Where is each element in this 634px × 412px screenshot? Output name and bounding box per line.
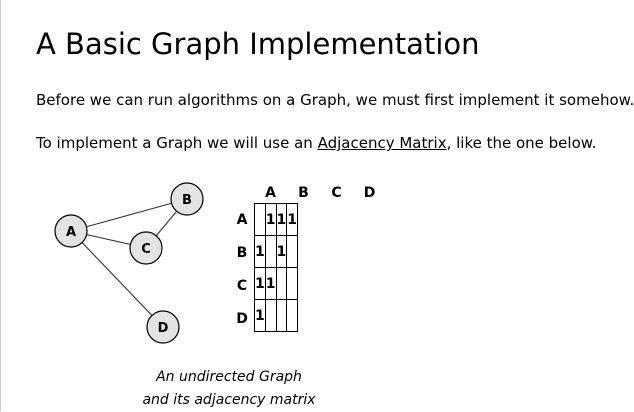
edge-a-b (70, 198, 188, 232)
matrix-cell: 1 (254, 235, 266, 268)
graph-node-b: B (170, 182, 204, 216)
matrix-cell: 1 (254, 267, 266, 300)
figure-caption: An undirected Graph and its adjacency ma… (100, 366, 358, 412)
caption-line-2: and its adjacency matrix (142, 392, 316, 408)
graph-edges (70, 198, 188, 328)
matrix-row: 111 (254, 203, 298, 236)
intro-paragraph: Before we can run algorithms on a Graph,… (36, 91, 634, 109)
matrix-col-header-a: A (265, 185, 276, 201)
graph-node-c: C (129, 231, 163, 265)
matrix-cell: 1 (264, 203, 277, 236)
graph-node-d: D (146, 310, 180, 344)
graph-node-a: A (54, 214, 88, 248)
paragraph-text-before: To implement a Graph we will use an (36, 134, 318, 152)
matrix-cell (286, 267, 298, 300)
node-label: A (66, 225, 76, 240)
matrix-cell (286, 235, 298, 268)
matrix-cell (254, 203, 266, 236)
matrix-cell (275, 267, 288, 300)
matrix-cell: 1 (254, 299, 266, 332)
page-title: A Basic Graph Implementation (36, 27, 480, 61)
matrix-row: 1 (254, 299, 298, 332)
matrix-col-header-d: D (363, 185, 376, 201)
matrix-row-header-b: B (236, 245, 248, 261)
matrix-cell: 1 (275, 203, 288, 236)
node-label: D (158, 321, 169, 336)
left-border (0, 0, 1, 411)
node-label: C (141, 242, 151, 257)
adjacency-matrix-link[interactable]: Adjacency Matrix (318, 134, 447, 152)
matrix-row: 11 (254, 235, 298, 268)
graph-diagram: A B C D (54, 182, 204, 344)
matrix-col-header-c: C (331, 185, 342, 201)
matrix-row-header-d: D (236, 311, 248, 327)
graph-nodes: A B C D (54, 182, 204, 344)
matrix-grid: 11111111 (254, 203, 298, 332)
paragraph-text-after: , like the one below. (446, 134, 597, 152)
adjacency-paragraph: To implement a Graph we will use an Adja… (36, 133, 596, 153)
matrix-col-header-b: B (298, 185, 309, 201)
matrix-row: 11 (254, 267, 298, 300)
matrix-cell (264, 299, 277, 332)
caption-line-1: An undirected Graph (156, 369, 302, 385)
matrix-cell: 1 (286, 203, 298, 236)
matrix-row-header-c: C (236, 278, 248, 294)
matrix-row-header-a: A (236, 212, 248, 228)
matrix-cell: 1 (264, 267, 277, 300)
node-label: B (182, 193, 192, 208)
matrix-cell (275, 299, 288, 332)
matrix-cell: 1 (275, 235, 288, 268)
matrix-cell (286, 299, 298, 332)
matrix-cell (264, 235, 277, 268)
